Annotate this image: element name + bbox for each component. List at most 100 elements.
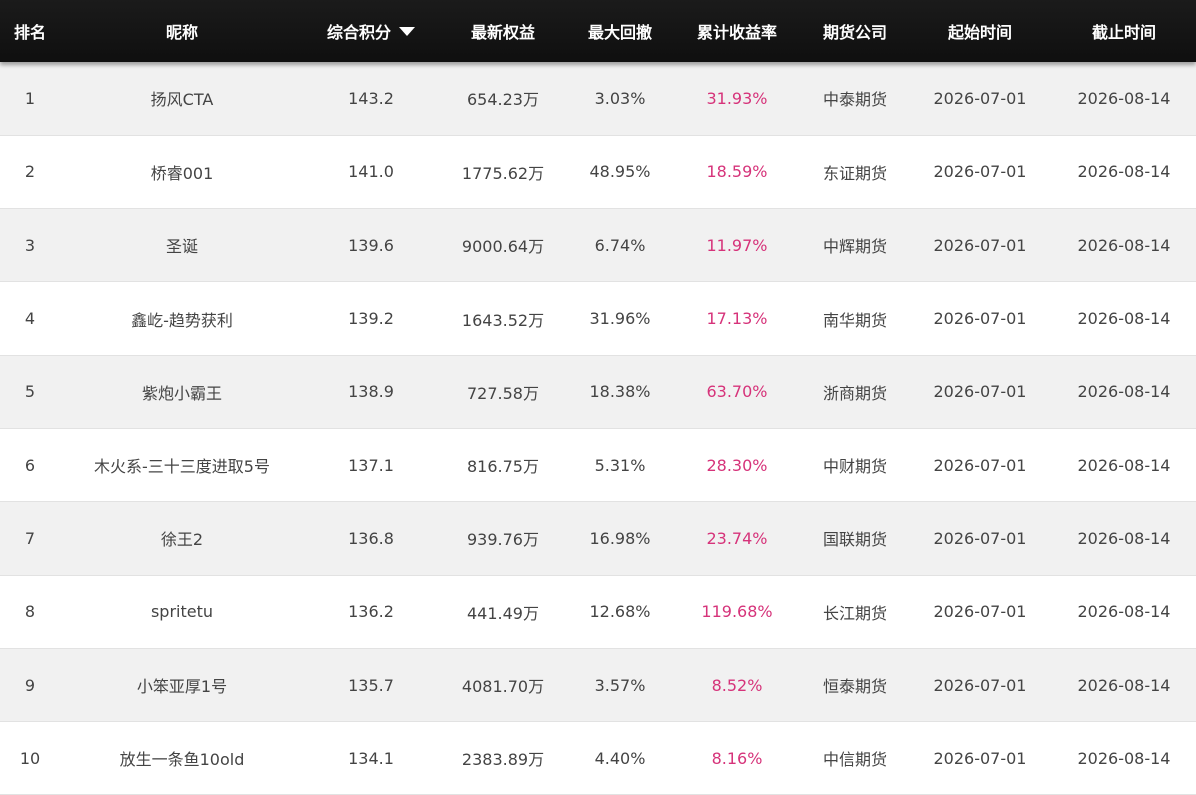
end-date-cell: 2026-08-14 — [1077, 235, 1171, 255]
company-cell: 中泰期货 — [822, 90, 887, 110]
company-cell: 东证期货 — [822, 163, 887, 183]
equity-cell: 4081.70万 — [461, 677, 545, 697]
score-cell: 135.7 — [348, 675, 394, 695]
end-date-cell: 2026-08-14 — [1077, 382, 1171, 402]
company-cell: 中辉期货 — [822, 237, 887, 257]
table-row: 4 鑫屹-趋势获利 139.2 1643.52万 31.96% 17.13% 南… — [0, 281, 1196, 356]
equity-cell: 9000.64万 — [461, 237, 545, 257]
company-cell: 中信期货 — [822, 750, 887, 770]
drawdown-cell: 5.31% — [594, 455, 646, 475]
table-header-row: 排名 昵称 综合积分 最新权益 最大回撤 累计收益率 期货公司 起始时间 截止时… — [0, 0, 1196, 62]
return-cell: 23.74% — [706, 528, 768, 548]
rank-cell: 2 — [24, 162, 36, 182]
nickname-cell: spritetu — [150, 602, 214, 622]
header-nickname: 昵称 — [165, 23, 198, 42]
equity-cell: 1643.52万 — [461, 310, 545, 330]
equity-cell: 816.75万 — [467, 457, 539, 477]
caret-down-icon[interactable] — [399, 27, 415, 36]
return-cell: 17.13% — [706, 309, 768, 329]
score-cell: 143.2 — [348, 88, 394, 108]
start-date-cell: 2026-07-01 — [933, 675, 1027, 695]
equity-cell: 2383.89万 — [461, 750, 545, 770]
score-cell: 139.2 — [348, 309, 394, 329]
end-date-cell: 2026-08-14 — [1077, 602, 1171, 622]
company-cell: 中财期货 — [822, 457, 887, 477]
drawdown-cell: 4.40% — [594, 748, 646, 768]
score-cell: 134.1 — [348, 748, 394, 768]
drawdown-cell: 6.74% — [594, 235, 646, 255]
end-date-cell: 2026-08-14 — [1077, 455, 1171, 475]
drawdown-cell: 3.03% — [594, 88, 646, 108]
header-return: 累计收益率 — [696, 23, 777, 42]
score-cell: 137.1 — [348, 455, 394, 475]
equity-cell: 654.23万 — [467, 90, 539, 110]
end-date-cell: 2026-08-14 — [1077, 528, 1171, 548]
score-cell: 136.8 — [348, 528, 394, 548]
score-cell: 141.0 — [348, 162, 394, 182]
drawdown-cell: 31.96% — [589, 309, 651, 329]
return-cell: 28.30% — [706, 455, 768, 475]
start-date-cell: 2026-07-01 — [933, 235, 1027, 255]
start-date-cell: 2026-07-01 — [933, 748, 1027, 768]
start-date-cell: 2026-07-01 — [933, 309, 1027, 329]
nickname-cell: 桥睿001 — [150, 163, 214, 183]
return-cell: 11.97% — [706, 235, 768, 255]
score-cell: 136.2 — [348, 602, 394, 622]
nickname-cell: 徐王2 — [160, 530, 204, 550]
equity-cell: 441.49万 — [467, 603, 539, 623]
rank-cell: 9 — [24, 675, 36, 695]
start-date-cell: 2026-07-01 — [933, 162, 1027, 182]
company-cell: 南华期货 — [822, 310, 887, 330]
header-score[interactable]: 综合积分 — [304, 0, 438, 62]
header-score-label: 综合积分 — [326, 23, 391, 42]
drawdown-cell: 16.98% — [589, 528, 651, 548]
start-date-cell: 2026-07-01 — [933, 455, 1027, 475]
nickname-cell: 小笨亚厚1号 — [136, 677, 228, 697]
end-date-cell: 2026-08-14 — [1077, 88, 1171, 108]
end-date-cell: 2026-08-14 — [1077, 748, 1171, 768]
table-row: 9 小笨亚厚1号 135.7 4081.70万 3.57% 8.52% 恒泰期货… — [0, 648, 1196, 722]
header-drawdown: 最大回撤 — [587, 23, 652, 42]
end-date-cell: 2026-08-14 — [1077, 162, 1171, 182]
company-cell: 国联期货 — [822, 530, 887, 550]
nickname-cell: 鑫屹-趋势获利 — [131, 310, 233, 330]
return-cell: 8.16% — [711, 748, 763, 768]
header-company: 期货公司 — [822, 23, 887, 42]
rank-cell: 4 — [24, 309, 36, 329]
nickname-cell: 扬风CTA — [150, 90, 214, 110]
drawdown-cell: 48.95% — [589, 162, 651, 182]
score-cell: 139.6 — [348, 235, 394, 255]
return-cell: 8.52% — [711, 675, 763, 695]
header-end: 截止时间 — [1091, 23, 1156, 42]
nickname-cell: 木火系-三十三度进取5号 — [94, 457, 270, 477]
header-rank: 排名 — [13, 23, 46, 42]
start-date-cell: 2026-07-01 — [933, 528, 1027, 548]
end-date-cell: 2026-08-14 — [1077, 309, 1171, 329]
table-row: 3 圣诞 139.6 9000.64万 6.74% 11.97% 中辉期货 20… — [0, 208, 1196, 282]
equity-cell: 727.58万 — [467, 383, 539, 403]
equity-cell: 939.76万 — [467, 530, 539, 550]
return-cell: 31.93% — [706, 88, 768, 108]
drawdown-cell: 18.38% — [589, 382, 651, 402]
rank-cell: 3 — [24, 235, 36, 255]
rank-cell: 7 — [24, 528, 36, 548]
company-cell: 浙商期货 — [822, 383, 887, 403]
table-row: 2 桥睿001 141.0 1775.62万 48.95% 18.59% 东证期… — [0, 135, 1196, 209]
rank-cell: 1 — [24, 88, 36, 108]
start-date-cell: 2026-07-01 — [933, 88, 1027, 108]
drawdown-cell: 12.68% — [589, 602, 651, 622]
company-cell: 长江期货 — [822, 603, 887, 623]
nickname-cell: 紫炮小霸王 — [141, 383, 222, 403]
company-cell: 恒泰期货 — [822, 677, 887, 697]
table-row: 10 放生一条鱼10old 134.1 2383.89万 4.40% 8.16%… — [0, 721, 1196, 795]
table-row: 7 徐王2 136.8 939.76万 16.98% 23.74% 国联期货 2… — [0, 501, 1196, 576]
start-date-cell: 2026-07-01 — [933, 382, 1027, 402]
table-row: 5 紫炮小霸王 138.9 727.58万 18.38% 63.70% 浙商期货… — [0, 355, 1196, 429]
ranking-table: 排名 昵称 综合积分 最新权益 最大回撤 累计收益率 期货公司 起始时间 截止时… — [0, 0, 1196, 795]
equity-cell: 1775.62万 — [461, 163, 545, 183]
rank-cell: 10 — [19, 748, 41, 768]
table-row: 8 spritetu 136.2 441.49万 12.68% 119.68% … — [0, 575, 1196, 649]
start-date-cell: 2026-07-01 — [933, 602, 1027, 622]
rank-cell: 5 — [24, 382, 36, 402]
header-start: 起始时间 — [947, 23, 1012, 42]
